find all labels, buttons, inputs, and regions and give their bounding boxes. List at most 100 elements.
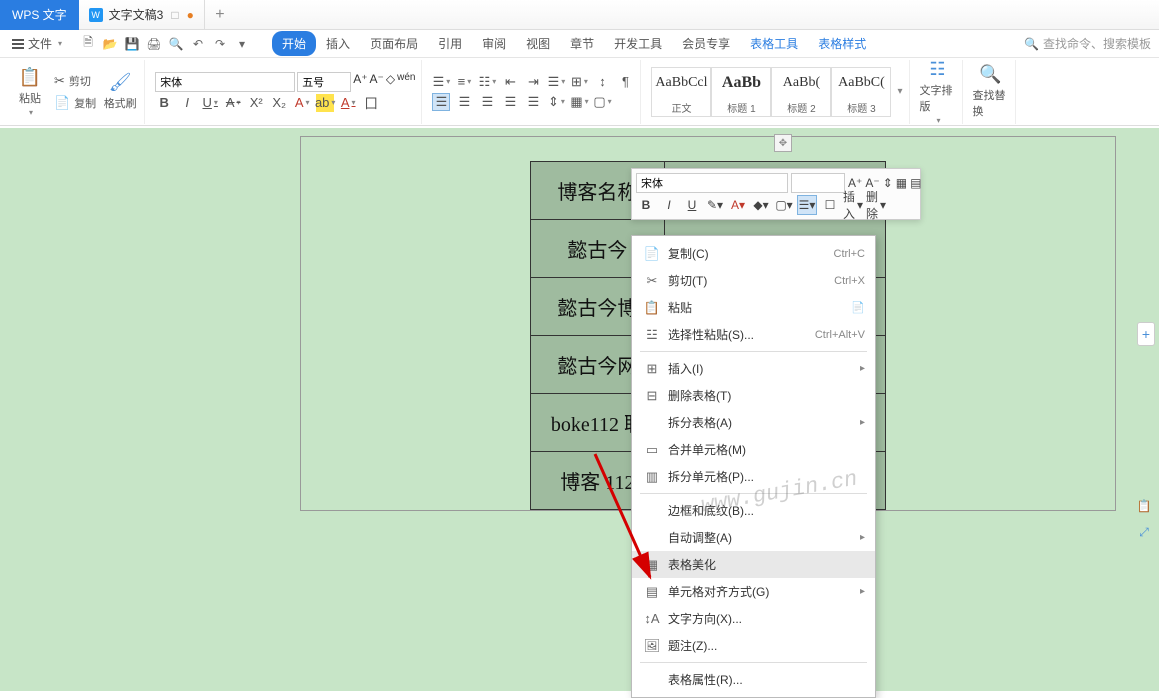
tab-review[interactable]: 审阅	[472, 31, 516, 56]
increase-indent-button[interactable]: ⇥	[524, 73, 542, 91]
tab-member[interactable]: 会员专享	[672, 31, 740, 56]
more-icon[interactable]: ▾	[234, 36, 250, 52]
decrease-indent-button[interactable]: ⇤	[501, 73, 519, 91]
char-scale-button[interactable]: ☰▾	[547, 73, 565, 91]
ctx-beautify[interactable]: ▦表格美化	[632, 551, 875, 578]
align-center-button[interactable]: ☰	[455, 93, 473, 111]
tab-button[interactable]: ⊞▾	[570, 73, 588, 91]
ctx-paste-special[interactable]: ☳选择性粘贴(S)...Ctrl+Alt+V	[632, 321, 875, 348]
app-button[interactable]: WPS 文字	[0, 0, 79, 30]
mini-merge-button[interactable]: ☐	[820, 195, 840, 215]
highlight-button[interactable]: ab▾	[316, 94, 334, 112]
tab-table-tools[interactable]: 表格工具	[740, 31, 808, 56]
align-left-button[interactable]: ☰	[432, 93, 450, 111]
style-h1[interactable]: AaBb标题 1	[711, 67, 771, 117]
table-move-handle[interactable]: ✥	[774, 134, 792, 152]
mini-bold-button[interactable]: B	[636, 195, 656, 215]
font-color-button[interactable]: A▾	[339, 94, 357, 112]
align-right-button[interactable]: ☰	[478, 93, 496, 111]
paste-button[interactable]: 📋粘贴▾	[12, 67, 48, 117]
style-h2[interactable]: AaBb(标题 2	[771, 67, 831, 117]
font-effect-button[interactable]: A▾	[293, 94, 311, 112]
multilevel-button[interactable]: ☷▾	[478, 73, 496, 91]
tab-layout[interactable]: 页面布局	[360, 31, 428, 56]
tab-start[interactable]: 开始	[272, 31, 316, 56]
file-menu[interactable]: 文件▾	[8, 33, 66, 54]
ctx-caption[interactable]: 🖼题注(Z)...	[632, 632, 875, 659]
mini-table2-icon[interactable]: ▤	[910, 173, 921, 193]
shrink-font-icon[interactable]: A⁻	[370, 72, 384, 92]
print-icon[interactable]: 🖨	[146, 36, 162, 52]
grow-font-icon[interactable]: A⁺	[353, 72, 367, 92]
ctx-split-cells[interactable]: ▥拆分单元格(P)...	[632, 463, 875, 490]
tab-insert[interactable]: 插入	[316, 31, 360, 56]
save-icon[interactable]: 💾	[124, 36, 140, 52]
tab-table-style[interactable]: 表格样式	[808, 31, 876, 56]
ctx-split-table[interactable]: 拆分表格(A)▸	[632, 409, 875, 436]
style-more-icon[interactable]: ▾	[893, 86, 902, 97]
show-marks-button[interactable]: ¶	[616, 73, 634, 91]
mini-italic-button[interactable]: I	[659, 195, 679, 215]
find-replace-button[interactable]: 🔍查找替换	[973, 64, 1009, 119]
style-gallery[interactable]: AaBbCcl正文 AaBb标题 1 AaBb(标题 2 AaBbC(标题 3	[651, 67, 891, 117]
cut-button[interactable]: ✂剪切	[50, 71, 100, 91]
copy-button[interactable]: 📄复制	[50, 93, 100, 113]
tab-developer[interactable]: 开发工具	[604, 31, 672, 56]
document-tab[interactable]: W 文字文稿3 □ ●	[79, 0, 205, 30]
mini-size-select[interactable]	[791, 173, 845, 193]
ctx-copy[interactable]: 📄复制(C)Ctrl+C	[632, 240, 875, 267]
mini-font-select[interactable]	[636, 173, 788, 193]
style-h3[interactable]: AaBbC(标题 3	[831, 67, 891, 117]
text-layout-button[interactable]: ☷文字排版▾	[920, 59, 956, 125]
align-justify-button[interactable]: ☰	[501, 93, 519, 111]
subscript-button[interactable]: X₂	[270, 94, 288, 112]
ctx-direction[interactable]: ↕A文字方向(X)...	[632, 605, 875, 632]
bullets-button[interactable]: ☰▾	[432, 73, 450, 91]
redo-icon[interactable]: ↷	[212, 36, 228, 52]
ctx-align[interactable]: ▤单元格对齐方式(G)▸	[632, 578, 875, 605]
font-size-select[interactable]	[297, 72, 351, 92]
ctx-merge-cells[interactable]: ▭合并单元格(M)	[632, 436, 875, 463]
mini-font-color-button[interactable]: A▾	[728, 195, 748, 215]
expand-icon[interactable]: ⤢	[1135, 523, 1153, 541]
bold-button[interactable]: B	[155, 94, 173, 112]
mini-highlight-button[interactable]: ✎▾	[705, 195, 725, 215]
tab-view[interactable]: 视图	[516, 31, 560, 56]
ctx-delete-table[interactable]: ⊟删除表格(T)	[632, 382, 875, 409]
mini-shading-button[interactable]: ◆▾	[751, 195, 771, 215]
line-spacing-button[interactable]: ⇕▾	[547, 93, 565, 111]
phonetic-icon[interactable]: wén	[397, 72, 415, 92]
tab-reference[interactable]: 引用	[428, 31, 472, 56]
underline-button[interactable]: U▾	[201, 94, 219, 112]
superscript-button[interactable]: X²	[247, 94, 265, 112]
numbering-button[interactable]: ≡▾	[455, 73, 473, 91]
style-normal[interactable]: AaBbCcl正文	[651, 67, 711, 117]
tab-section[interactable]: 章节	[560, 31, 604, 56]
preview-icon[interactable]: 🔍	[168, 36, 184, 52]
ctx-cut[interactable]: ✂剪切(T)Ctrl+X	[632, 267, 875, 294]
new-icon[interactable]: 🗎	[80, 36, 96, 52]
mini-table-icon[interactable]: ▦	[896, 173, 907, 193]
ctx-paste[interactable]: 📋粘贴📄	[632, 294, 875, 321]
borders-button[interactable]: ▢▾	[593, 93, 611, 111]
mini-line-spacing-icon[interactable]: ⇕	[883, 173, 893, 193]
mini-delete-menu[interactable]: 删除▾	[866, 195, 886, 215]
sort-button[interactable]: ↕	[593, 73, 611, 91]
search-box[interactable]: 🔍 查找命令、搜索模板	[1024, 35, 1151, 52]
ctx-autofit[interactable]: 自动调整(A)▸	[632, 524, 875, 551]
font-name-select[interactable]	[155, 72, 295, 92]
strike-button[interactable]: A▾	[224, 94, 242, 112]
clear-format-icon[interactable]: ◇	[386, 72, 395, 92]
clipboard-panel-icon[interactable]: 📋	[1135, 497, 1153, 515]
ctx-props[interactable]: 表格属性(R)...	[632, 666, 875, 693]
shading-button[interactable]: ▦▾	[570, 93, 588, 111]
mini-align-button[interactable]: ☰▾	[797, 195, 817, 215]
format-painter-button[interactable]: 🖌格式刷	[102, 72, 138, 111]
new-tab-button[interactable]: +	[205, 6, 235, 24]
expand-panel-button[interactable]: +	[1137, 322, 1155, 346]
align-distribute-button[interactable]: ☰	[524, 93, 542, 111]
mini-insert-menu[interactable]: 插入▾	[843, 195, 863, 215]
italic-button[interactable]: I	[178, 94, 196, 112]
undo-icon[interactable]: ↶	[190, 36, 206, 52]
ctx-insert[interactable]: ⊞插入(I)▸	[632, 355, 875, 382]
